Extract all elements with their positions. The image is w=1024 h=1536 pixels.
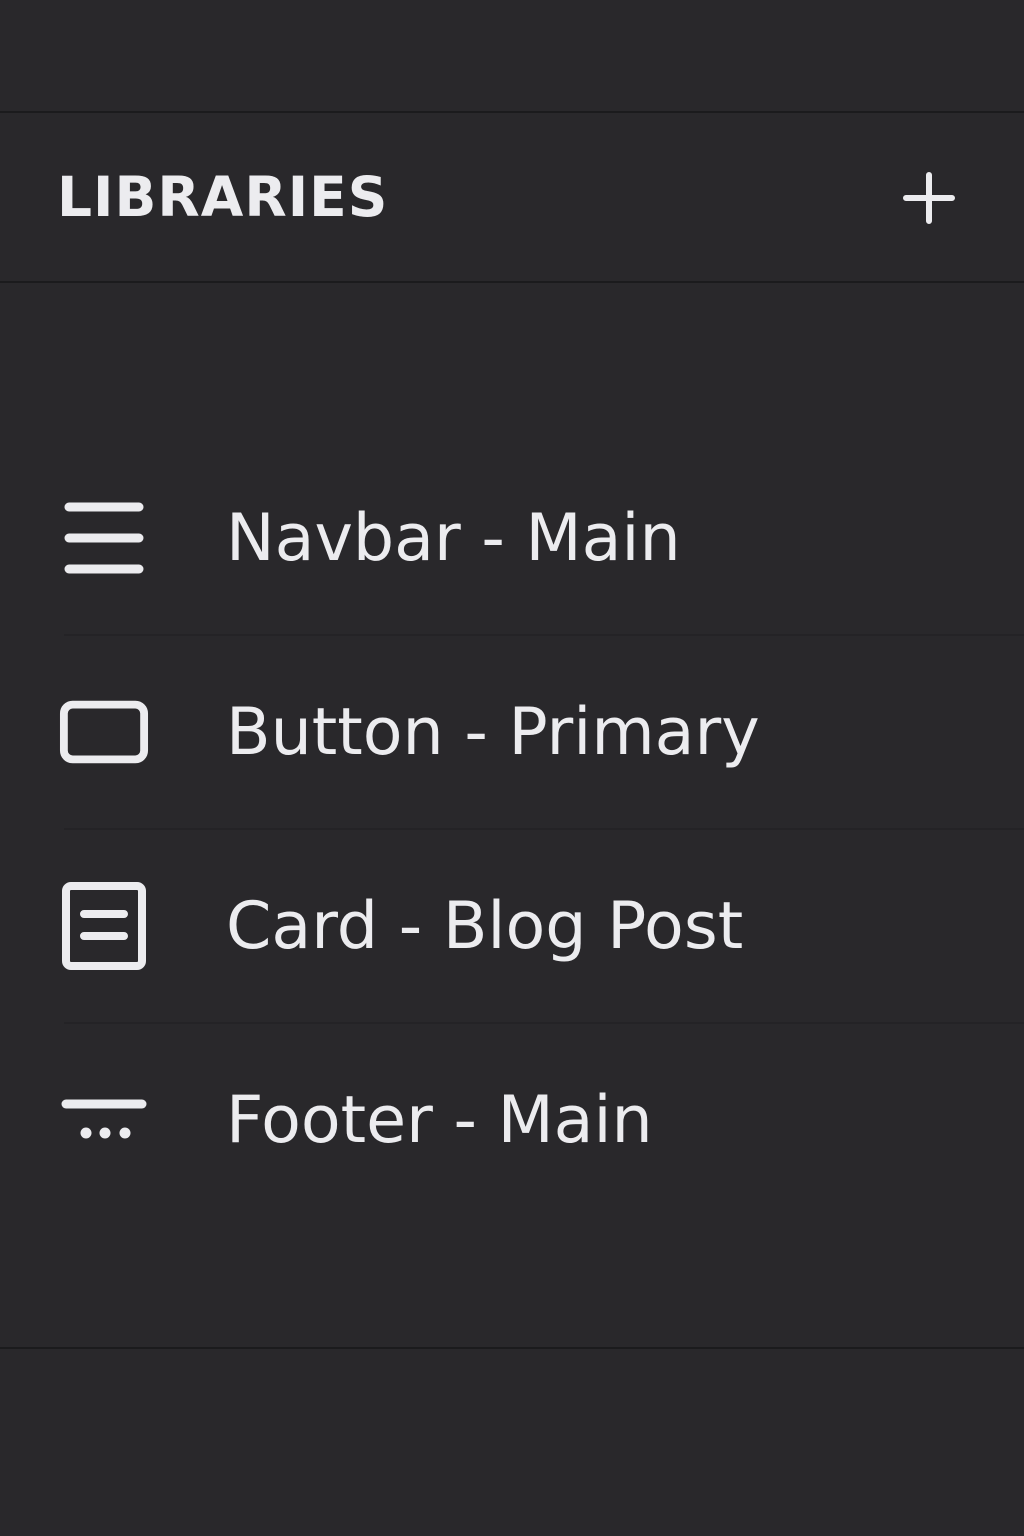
library-item-footer-main[interactable]: Footer - Main bbox=[0, 1022, 1024, 1216]
library-item-label: Button - Primary bbox=[226, 694, 760, 770]
top-empty-area bbox=[0, 0, 1024, 112]
libraries-panel: LIBRARIES Navbar - Main Button - Primary… bbox=[0, 0, 1024, 1536]
header-divider bbox=[0, 281, 1024, 283]
plus-icon bbox=[902, 171, 956, 225]
button-icon bbox=[59, 687, 149, 777]
library-item-navbar-main[interactable]: Navbar - Main bbox=[0, 442, 1024, 634]
library-item-label: Card - Blog Post bbox=[226, 888, 744, 964]
card-icon bbox=[59, 881, 149, 971]
navbar-icon bbox=[59, 493, 149, 583]
library-item-button-primary[interactable]: Button - Primary bbox=[0, 634, 1024, 828]
bottom-empty-area bbox=[0, 1349, 1024, 1536]
library-item-label: Navbar - Main bbox=[226, 500, 681, 576]
library-list: Navbar - Main Button - Primary Card - Bl… bbox=[0, 442, 1024, 1216]
top-divider bbox=[0, 111, 1024, 113]
footer-icon bbox=[59, 1075, 149, 1165]
library-item-label: Footer - Main bbox=[226, 1082, 653, 1158]
library-item-card-blog-post[interactable]: Card - Blog Post bbox=[0, 828, 1024, 1022]
add-library-button[interactable] bbox=[897, 166, 961, 230]
libraries-title: LIBRARIES bbox=[57, 164, 389, 229]
libraries-header: LIBRARIES bbox=[0, 114, 1024, 282]
